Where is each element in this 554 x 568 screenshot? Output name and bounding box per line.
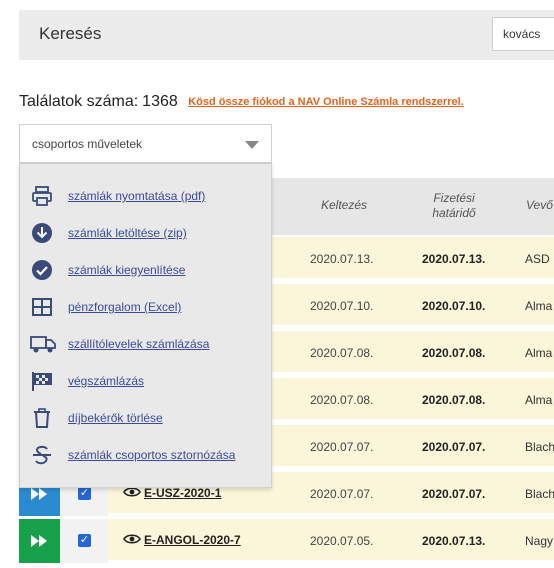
header-kelt[interactable]: Keltezés <box>299 198 389 213</box>
row-kelt: 2020.07.07. <box>310 487 374 501</box>
menu-item-label: szállítólevelek számlázása <box>68 337 210 351</box>
menu-item-delete-proforma[interactable]: díjbekérők törlése <box>30 406 265 430</box>
fast-forward-icon <box>31 535 47 547</box>
row-action-button[interactable] <box>19 519 60 563</box>
checkered-flag-icon <box>30 369 54 393</box>
invoice-number-link[interactable]: E-ANGOL-2020-7 <box>123 533 241 547</box>
table-icon <box>30 295 54 319</box>
results-number: 1368 <box>142 93 178 110</box>
page-title: Keresés <box>39 24 102 43</box>
row-vevo: Alma <box>525 346 553 360</box>
row-hatarido: 2020.07.13. <box>422 534 486 548</box>
menu-item-cashflow[interactable]: pénzforgalom (Excel) <box>30 295 265 319</box>
row-hatarido: 2020.07.08. <box>422 393 486 407</box>
invoice-number-link[interactable]: E-ÜSZ-2020-1 <box>123 486 221 500</box>
menu-item-label: számlák nyomtatása (pdf) <box>68 189 206 203</box>
trash-icon <box>30 406 54 430</box>
table-row[interactable]: ✓ E-ANGOL-2020-7 2020.07.05. 2020.07.13. Nag… <box>0 519 554 563</box>
truck-icon <box>30 332 56 356</box>
eye-icon[interactable] <box>123 533 141 545</box>
menu-item-label: díjbekérők törlése <box>68 411 163 425</box>
menu-item-delivery-invoicing[interactable]: szállítólevelek számlázása <box>30 332 265 356</box>
row-vevo: Alma <box>525 299 553 313</box>
menu-item-bulk-cancel[interactable]: számlák csoportos sztornózása <box>30 443 265 467</box>
row-divider <box>108 560 554 563</box>
menu-item-final-invoicing[interactable]: végszámlázás <box>30 369 265 393</box>
header-hatarido[interactable]: Fizetési határidő <box>409 191 499 221</box>
row-checkbox[interactable]: ✓ <box>78 534 91 547</box>
row-kelt: 2020.07.10. <box>310 299 374 313</box>
row-vevo: Nagy <box>525 534 554 548</box>
bulk-actions-select[interactable]: csoportos műveletek <box>19 124 272 163</box>
row-hatarido: 2020.07.10. <box>422 299 486 313</box>
search-input[interactable] <box>492 17 554 51</box>
row-divider <box>108 513 554 516</box>
header-hatarido-line2: határidő <box>432 206 476 220</box>
row-kelt: 2020.07.08. <box>310 393 374 407</box>
bulk-actions-label: csoportos műveletek <box>32 137 143 151</box>
row-vevo: Blach <box>525 487 554 501</box>
header-vevo[interactable]: Vevő <box>526 198 553 213</box>
strikethrough-icon <box>30 443 54 467</box>
row-kelt: 2020.07.13. <box>310 252 374 266</box>
results-count: Találatok száma: 1368 Kösd össze fiókod a… <box>19 93 464 111</box>
chevron-down-icon <box>245 141 259 149</box>
check-circle-icon <box>30 258 54 282</box>
menu-item-print[interactable]: számlák nyomtatása (pdf) <box>30 184 265 208</box>
row-vevo: Alma <box>525 393 553 407</box>
row-checkbox[interactable]: ✓ <box>78 487 91 500</box>
row-checkbox-cell: ✓ <box>60 519 108 563</box>
menu-item-label: végszámlázás <box>68 374 145 388</box>
row-kelt: 2020.07.05. <box>310 534 374 548</box>
menu-item-label: számlák kiegyenlítése <box>68 263 186 277</box>
row-hatarido: 2020.07.07. <box>422 487 486 501</box>
menu-item-label: pénzforgalom (Excel) <box>68 300 182 314</box>
row-kelt: 2020.07.08. <box>310 346 374 360</box>
menu-item-label: számlák csoportos sztornózása <box>68 448 236 462</box>
results-label: Találatok száma: <box>19 93 139 110</box>
invoice-number: E-ÜSZ-2020-1 <box>144 486 222 500</box>
row-hatarido: 2020.07.13. <box>422 252 486 266</box>
row-hatarido: 2020.07.07. <box>422 440 486 454</box>
row-vevo: Blach <box>525 440 554 454</box>
nav-connect-link[interactable]: Kösd össze fiókod a NAV Online Számla re… <box>188 96 463 108</box>
page-header: Keresés <box>19 10 554 60</box>
bulk-actions-menu: számlák nyomtatása (pdf) számlák letölté… <box>19 163 272 488</box>
menu-item-download[interactable]: számlák letöltése (zip) <box>30 221 265 245</box>
menu-item-settle[interactable]: számlák kiegyenlítése <box>30 258 265 282</box>
row-hatarido: 2020.07.08. <box>422 346 486 360</box>
download-icon <box>30 221 54 245</box>
invoice-number: E-ANGOL-2020-7 <box>144 533 241 547</box>
menu-item-label: számlák letöltése (zip) <box>68 226 187 240</box>
printer-icon <box>30 184 54 208</box>
row-vevo: ASD <box>525 252 550 266</box>
header-hatarido-line1: Fizetési <box>433 191 475 205</box>
row-kelt: 2020.07.07. <box>310 440 374 454</box>
